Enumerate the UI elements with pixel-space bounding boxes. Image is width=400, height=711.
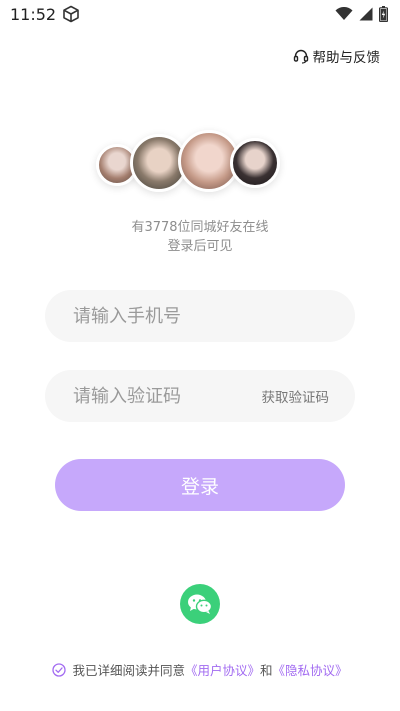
status-right xyxy=(335,6,388,22)
cube-icon xyxy=(62,5,80,23)
user-agreement-link[interactable]: 《用户协议》 xyxy=(185,660,260,679)
headset-icon xyxy=(293,48,309,64)
login-button[interactable]: 登录 xyxy=(55,459,345,511)
privacy-agreement-link[interactable]: 《隐私协议》 xyxy=(273,660,348,679)
battery-icon xyxy=(379,6,388,22)
wifi-icon xyxy=(335,7,353,21)
status-time: 11:52 xyxy=(10,4,57,24)
agreement-prefix: 我已详细阅读并同意 xyxy=(72,663,185,678)
login-to-view-text: 登录后可见 xyxy=(167,239,233,254)
wechat-login-button[interactable] xyxy=(180,584,220,624)
login-screen: 11:52 帮助与反馈 有3778位同城好友在线 登录后可见 请输入手机号 请输… xyxy=(0,0,400,711)
phone-field xyxy=(45,290,355,342)
online-info: 有3778位同城好友在线 登录后可见 xyxy=(0,218,400,256)
agreement-row: 我已详细阅读并同意 《用户协议》 和 《隐私协议》 xyxy=(0,660,400,679)
status-left: 11:52 xyxy=(10,5,80,24)
phone-input[interactable] xyxy=(71,304,329,328)
help-feedback-label: 帮助与反馈 xyxy=(312,50,381,66)
agreement-and: 和 xyxy=(260,663,273,678)
online-avatars xyxy=(96,130,286,192)
verification-code-input[interactable] xyxy=(71,384,262,408)
signal-icon xyxy=(359,7,373,21)
check-circle-icon[interactable] xyxy=(52,662,67,677)
get-code-button[interactable]: 获取验证码 xyxy=(262,386,330,406)
online-count-text: 有3778位同城好友在线 xyxy=(131,220,269,235)
avatar xyxy=(230,138,280,188)
status-bar: 11:52 xyxy=(0,0,400,28)
wechat-icon xyxy=(187,593,213,615)
help-feedback-link[interactable]: 帮助与反馈 xyxy=(293,46,381,66)
verification-code-field: 获取验证码 xyxy=(45,370,355,422)
